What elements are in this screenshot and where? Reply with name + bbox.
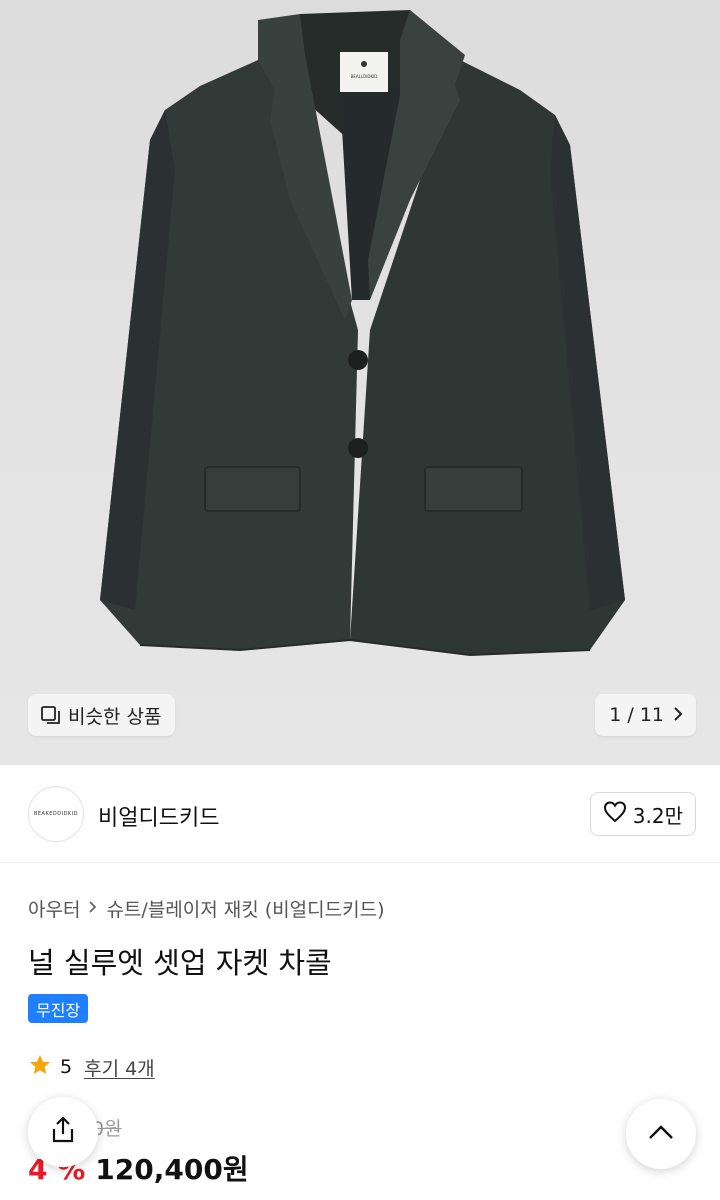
brand-logo-text: BEAKEDDIDKID — [33, 811, 79, 817]
review-count-link[interactable]: 후기 4개 — [84, 1054, 155, 1081]
like-count: 3.2만 — [632, 803, 683, 828]
page-counter-text: 1 / 11 — [609, 704, 664, 726]
product-image-carousel[interactable]: BEALLDIDKID 비슷한 상품 1 / 11 — [0, 0, 720, 765]
similar-items-button[interactable]: 비슷한 상품 — [28, 694, 176, 736]
product-photo-jacket: BEALLDIDKID — [100, 10, 625, 657]
image-page-counter[interactable]: 1 / 11 — [595, 694, 696, 736]
breadcrumb-item-outer[interactable]: 아우터 — [28, 895, 80, 922]
label-tag-text: BEALLDIDKID — [351, 74, 378, 79]
scroll-top-button[interactable] — [626, 1099, 696, 1169]
brand-logo[interactable]: BEAKEDDIDKID — [28, 786, 84, 842]
heart-icon — [603, 800, 627, 828]
rating-row[interactable]: 5 후기 4개 — [28, 1053, 155, 1081]
product-title: 널 실루엣 셋업 자켓 차콜 — [28, 946, 332, 980]
brand-name[interactable]: 비얼디드키드 — [98, 800, 219, 832]
event-badge: 무진장 — [28, 994, 89, 1023]
star-icon — [28, 1053, 52, 1081]
share-icon — [49, 1115, 77, 1149]
chevron-right-icon — [88, 898, 98, 920]
brand-row: BEAKEDDIDKID 비얼디드키드 3.2만 — [0, 765, 720, 863]
share-button[interactable] — [28, 1097, 98, 1167]
similar-items-icon — [40, 704, 62, 726]
like-button[interactable]: 3.2만 — [589, 792, 696, 836]
rating-score: 5 — [60, 1056, 73, 1078]
similar-items-label: 비슷한 상품 — [68, 705, 162, 728]
breadcrumb: 아우터 슈트/블레이저 재킷 (비얼디드키드) — [28, 895, 384, 922]
breadcrumb-item-category[interactable]: 슈트/블레이저 재킷 (비얼디드키드) — [106, 895, 384, 922]
chevron-right-icon — [672, 705, 684, 726]
sale-price: 120,400원 — [95, 1153, 249, 1186]
chevron-up-icon — [647, 1123, 675, 1145]
